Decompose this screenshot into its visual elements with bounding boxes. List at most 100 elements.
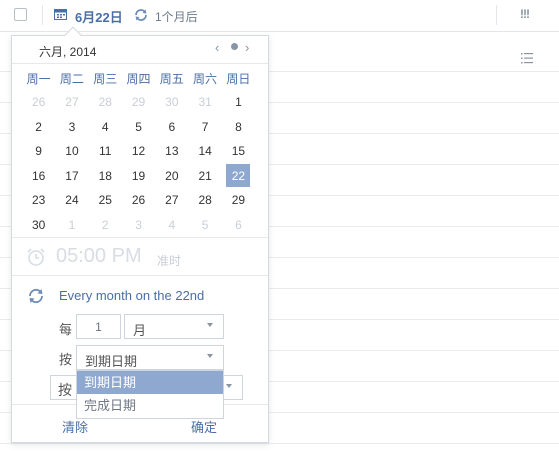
day-number: 14 — [198, 144, 212, 159]
day-number: 23 — [31, 193, 46, 208]
day-cell[interactable]: 10 — [55, 139, 88, 164]
divider — [496, 5, 497, 25]
next-month-button[interactable]: › — [245, 40, 249, 55]
day-cell[interactable]: 2 — [89, 213, 122, 238]
divider — [12, 237, 268, 238]
day-number: 5 — [201, 217, 209, 232]
day-cell[interactable]: 15 — [222, 139, 255, 164]
day-number: 9 — [35, 144, 42, 159]
day-number: 30 — [31, 217, 46, 232]
chevron-down-icon — [207, 354, 213, 358]
on-time-label[interactable]: 准时 — [157, 252, 181, 269]
prev-month-button[interactable]: ‹ — [215, 40, 219, 55]
repeat-basis-dropdown: 到期日期 完成日期 — [76, 370, 224, 419]
day-cell[interactable]: 29 — [122, 90, 155, 115]
day-number: 11 — [99, 144, 112, 159]
day-cell[interactable]: 26 — [122, 188, 155, 213]
day-number: 13 — [165, 144, 179, 159]
day-cell[interactable]: 27 — [55, 90, 88, 115]
priority-button[interactable]: !!! — [520, 7, 530, 21]
day-cell[interactable]: 3 — [122, 213, 155, 238]
day-cell[interactable]: 7 — [188, 115, 221, 140]
day-cell[interactable]: 30 — [22, 213, 55, 238]
day-cell[interactable]: 20 — [155, 164, 188, 189]
task-checkbox[interactable] — [14, 8, 27, 21]
day-cell[interactable]: 24 — [55, 188, 88, 213]
day-cell[interactable]: 1 — [222, 90, 255, 115]
day-number: 12 — [131, 144, 146, 159]
day-cell[interactable]: 5 — [122, 115, 155, 140]
day-cell[interactable]: 16 — [22, 164, 55, 189]
day-cell[interactable]: 28 — [89, 90, 122, 115]
day-cell[interactable]: 6 — [222, 213, 255, 238]
day-number: 5 — [135, 119, 142, 134]
day-cell[interactable]: 31 — [188, 90, 221, 115]
day-cell[interactable]: 4 — [155, 213, 188, 238]
date-picker-popup: 六月, 2014 ‹ › 周一 周二 周三 周四 周五 周六 周日 26 27 28 29 30 31… — [11, 26, 269, 443]
clear-button[interactable]: 清除 — [62, 417, 88, 436]
weekday-label: 周三 — [93, 72, 118, 86]
repeat-basis-value: 到期日期 — [85, 354, 138, 369]
day-cell[interactable]: 11 — [89, 139, 122, 164]
day-cell[interactable]: 14 — [188, 139, 221, 164]
task-bar: 6月22日 1个月后 !!! — [0, 0, 559, 32]
day-cell[interactable]: 4 — [89, 115, 122, 140]
day-cell[interactable]: 29 — [222, 188, 255, 213]
alarm-clock-icon[interactable] — [26, 247, 46, 267]
day-number: 22 — [226, 164, 251, 188]
day-cell[interactable]: 1 — [55, 213, 88, 238]
repeat-basis-select[interactable]: 到期日期 — [76, 345, 224, 370]
weekday-label: 周六 — [193, 72, 218, 86]
day-number: 20 — [165, 168, 179, 183]
day-number: 4 — [168, 217, 176, 232]
unit-select[interactable]: 月 — [124, 314, 224, 339]
list-icon[interactable] — [521, 53, 533, 64]
day-number: 28 — [198, 193, 212, 208]
day-cell[interactable]: 17 — [55, 164, 88, 189]
confirm-button[interactable]: 确定 — [191, 417, 217, 436]
interval-input[interactable] — [76, 314, 121, 339]
day-number: 28 — [98, 95, 112, 110]
weekday-label: 周日 — [226, 72, 251, 86]
today-button[interactable] — [231, 43, 238, 50]
chevron-down-icon — [207, 323, 213, 327]
day-number: 1 — [235, 95, 242, 110]
day-grid: 26 27 28 29 30 31 1 2 3 4 5 6 7 8 9 10 11 12 13 14 15 16 17 18 1… — [22, 90, 255, 237]
day-number: 2 — [101, 217, 109, 232]
day-number: 2 — [35, 119, 42, 134]
day-cell[interactable]: 5 — [188, 213, 221, 238]
day-cell[interactable]: 9 — [22, 139, 55, 164]
dropdown-option-due-date[interactable]: 到期日期 — [77, 371, 223, 394]
day-number: 16 — [31, 168, 46, 183]
calendar-icon[interactable] — [54, 8, 67, 20]
day-number: 26 — [31, 95, 46, 110]
repeat-icon — [29, 288, 43, 304]
day-cell[interactable]: 18 — [89, 164, 122, 189]
month-title: 六月, 2014 — [39, 45, 97, 59]
day-cell[interactable]: 21 — [188, 164, 221, 189]
day-cell[interactable]: 8 — [222, 115, 255, 140]
day-cell[interactable]: 23 — [22, 188, 55, 213]
day-number: 24 — [65, 193, 79, 208]
day-cell[interactable]: 25 — [89, 188, 122, 213]
day-cell[interactable]: 2 — [22, 115, 55, 140]
day-cell[interactable]: 30 — [155, 90, 188, 115]
day-cell[interactable]: 13 — [155, 139, 188, 164]
due-date-label[interactable]: 6月22日 — [75, 7, 123, 26]
day-cell[interactable]: 3 — [55, 115, 88, 140]
time-display[interactable]: 05:00 PM — [56, 245, 142, 268]
every-label: 每 — [59, 322, 73, 337]
obscured-select-value: 按 — [58, 382, 72, 398]
day-cell[interactable]: 28 — [188, 188, 221, 213]
day-cell[interactable]: 12 — [122, 139, 155, 164]
day-number: 3 — [135, 217, 142, 232]
day-cell[interactable]: 6 — [155, 115, 188, 140]
day-cell[interactable]: 19 — [122, 164, 155, 189]
day-number: 7 — [201, 119, 209, 134]
day-number: 15 — [231, 144, 246, 159]
day-cell-selected[interactable]: 22 — [222, 164, 255, 189]
dropdown-option-completion-date[interactable]: 完成日期 — [77, 394, 223, 417]
day-number: 26 — [131, 193, 146, 208]
day-cell[interactable]: 26 — [22, 90, 55, 115]
day-cell[interactable]: 27 — [155, 188, 188, 213]
